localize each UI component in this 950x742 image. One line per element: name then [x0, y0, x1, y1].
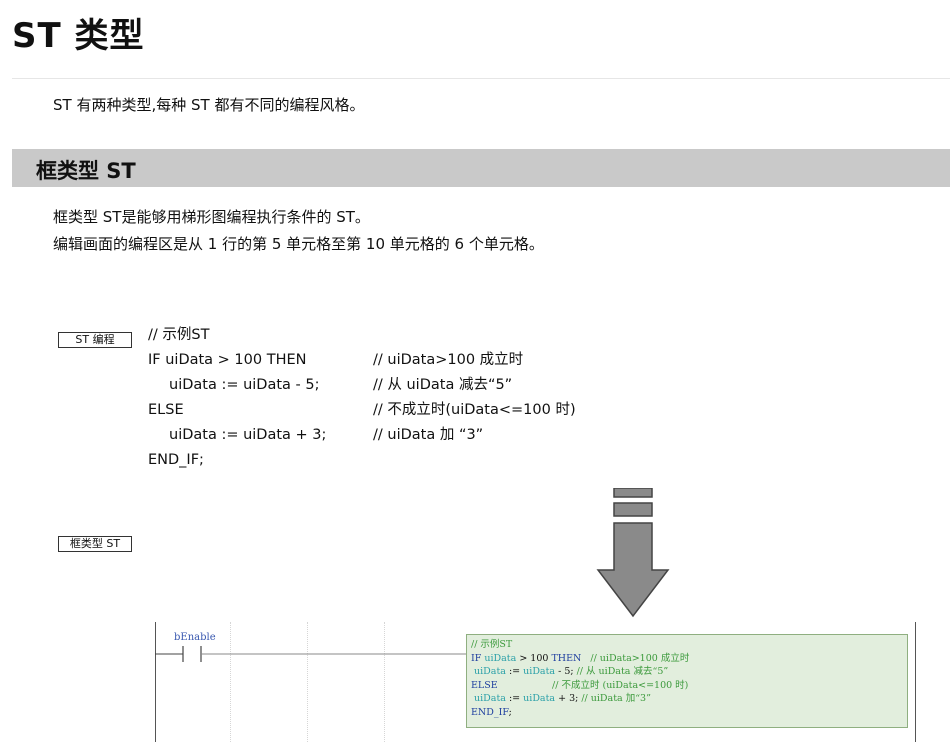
section-description-2: 编辑画面的编程区是从 1 行的第 5 单元格至第 10 单元格的 6 个单元格。 — [53, 235, 544, 253]
right-power-rail — [915, 622, 916, 742]
code-comment: // uiData>100 成立时 — [373, 352, 524, 368]
st-token: > 100 — [516, 652, 552, 664]
st-box-line: ELSE // 不成立时 (uiData<=100 时) — [471, 679, 903, 693]
section-description-1: 框类型 ST是能够用梯形图编程执行条件的 ST。 — [53, 208, 370, 226]
st-token: ; — [508, 706, 512, 718]
st-token: ELSE — [471, 679, 498, 691]
intro-text: ST 有两种类型,每种 ST 都有不同的编程风格。 — [53, 96, 365, 114]
st-token: uiData — [484, 652, 517, 664]
st-token: - 5; — [555, 666, 577, 677]
st-token: uiData — [523, 693, 556, 704]
st-token: // 示例ST — [471, 639, 513, 650]
st-token: // uiData>100 成立时 — [581, 652, 690, 664]
st-token: + 3; — [555, 693, 582, 704]
section-header: 框类型 ST — [12, 149, 950, 187]
contact-label: bEnable — [174, 632, 216, 643]
st-token: // 从 uiData 减去“5” — [576, 666, 669, 677]
page-title: ST 类型 — [12, 16, 145, 56]
section-title: 框类型 ST — [36, 159, 136, 183]
code-statement: uiData := uiData + 3; — [169, 427, 327, 443]
st-box-line: END_IF; — [471, 706, 903, 720]
st-box-line: uiData := uiData - 5; // 从 uiData 减去“5” — [471, 665, 903, 679]
st-token: uiData — [471, 693, 506, 704]
code-statement: // 示例ST — [148, 327, 210, 343]
st-token: THEN — [551, 652, 582, 664]
st-token: uiData — [471, 666, 506, 677]
st-box-line: // 示例ST — [471, 638, 903, 652]
st-token: uiData — [523, 666, 556, 677]
grid-line — [230, 622, 231, 742]
contact-rung — [155, 646, 466, 662]
title-divider — [12, 78, 950, 79]
st-box-line: uiData := uiData + 3; // uiData 加“3” — [471, 692, 903, 706]
st-token: IF — [471, 652, 485, 664]
st-program-tag: ST 编程 — [58, 332, 132, 348]
left-power-rail — [155, 622, 156, 742]
ladder-editor: bEnable // 示例ST IF uiData > 100 THEN // u… — [150, 622, 918, 742]
code-statement: ELSE — [148, 402, 184, 418]
box-type-st-block[interactable]: // 示例ST IF uiData > 100 THEN // uiData>10… — [466, 634, 908, 728]
code-statement: END_IF; — [148, 452, 204, 468]
code-comment: // 不成立时(uiData<=100 时) — [373, 402, 576, 418]
st-token: // uiData 加“3” — [581, 693, 651, 704]
grid-line — [384, 622, 385, 742]
st-box-line: IF uiData > 100 THEN // uiData>100 成立时 — [471, 652, 903, 666]
code-comment: // 从 uiData 减去“5” — [373, 377, 513, 393]
st-token: := — [505, 666, 524, 677]
st-token: END_IF — [471, 706, 509, 718]
st-token: // 不成立时 (uiData<=100 时) — [497, 679, 689, 691]
st-token: := — [505, 693, 524, 704]
grid-line — [307, 622, 308, 742]
code-comment: // uiData 加 “3” — [373, 427, 484, 443]
box-type-st-tag: 框类型 ST — [58, 536, 132, 552]
code-statement: uiData := uiData - 5; — [169, 377, 320, 393]
down-arrow-icon — [596, 488, 670, 618]
code-statement: IF uiData > 100 THEN — [148, 352, 307, 368]
